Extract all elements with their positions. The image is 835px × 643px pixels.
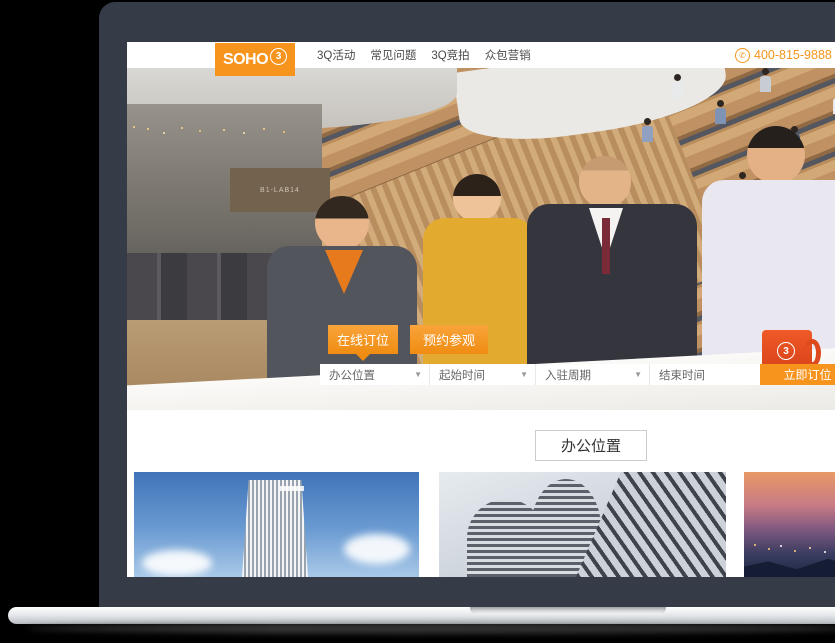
person-on-stairs (672, 82, 683, 98)
book-now-button[interactable]: 立即订位 (760, 364, 835, 385)
tab-online-booking[interactable]: 在线订位 (328, 325, 398, 354)
logo-3-bubble-icon: 3 (270, 48, 287, 65)
laptop-base (8, 607, 835, 624)
location-card-tower[interactable] (134, 472, 419, 577)
cloud (344, 534, 410, 564)
active-tab-pointer (356, 354, 370, 361)
laptop-screen: SOHO 3 3Q活动 常见问题 3Q竞拍 众包营销 ✆ 400-815-988… (127, 42, 835, 577)
section-title-office-locations[interactable]: 办公位置 (535, 430, 647, 461)
phone-contact[interactable]: ✆ 400-815-9888 (735, 42, 832, 68)
start-time-dropdown[interactable]: 起始时间 ▼ (430, 364, 536, 385)
tab-reserve-visit[interactable]: 预约参观 (410, 325, 488, 354)
laptop-base-notch (470, 607, 666, 615)
location-card-dusk-city[interactable] (744, 472, 835, 577)
ceiling-lights (133, 126, 135, 128)
main-nav: 3Q活动 常见问题 3Q竞拍 众包营销 (317, 42, 531, 68)
logo[interactable]: SOHO 3 (215, 43, 295, 76)
skyscraper (242, 480, 308, 577)
chevron-down-icon: ▼ (634, 370, 642, 379)
mug-3-bubble-icon: 3 (777, 342, 795, 360)
room-sign: B1-LAB14 (230, 168, 330, 212)
phone-icon: ✆ (735, 48, 750, 63)
lease-period-dropdown[interactable]: 入驻周期 ▼ (536, 364, 650, 385)
cloud (142, 550, 212, 576)
person-on-stairs (715, 108, 726, 124)
tower-sign (280, 486, 304, 491)
nav-item-auction[interactable]: 3Q竞拍 (431, 47, 469, 63)
person-on-stairs (642, 126, 653, 142)
hero-photo: B1-LAB14 (127, 68, 835, 410)
locations-section: 办公位置 (127, 410, 835, 577)
city-lights (754, 544, 756, 546)
page: SOHO 3 3Q活动 常见问题 3Q竞拍 众包营销 ✆ 400-815-988… (0, 0, 835, 643)
person-on-stairs (760, 76, 771, 92)
nav-item-crowd-marketing[interactable]: 众包营销 (485, 47, 531, 63)
nav-item-activities[interactable]: 3Q活动 (317, 47, 355, 63)
booking-form-bar: 办公位置 ▼ 起始时间 ▼ 入驻周期 ▼ 结束时间 立即订位 (320, 364, 835, 385)
city-silhouette (744, 551, 835, 577)
laptop-shadow (26, 623, 835, 634)
office-location-dropdown[interactable]: 办公位置 ▼ (320, 364, 430, 385)
chevron-down-icon: ▼ (520, 370, 528, 379)
phone-number: 400-815-9888 (754, 48, 832, 62)
nav-item-faq[interactable]: 常见问题 (370, 47, 416, 63)
end-time-field[interactable]: 结束时间 (650, 364, 760, 385)
glass-facade (576, 472, 726, 577)
location-card-curved-towers[interactable] (439, 472, 726, 577)
logo-text: SOHO (223, 51, 268, 69)
chevron-down-icon: ▼ (414, 370, 422, 379)
